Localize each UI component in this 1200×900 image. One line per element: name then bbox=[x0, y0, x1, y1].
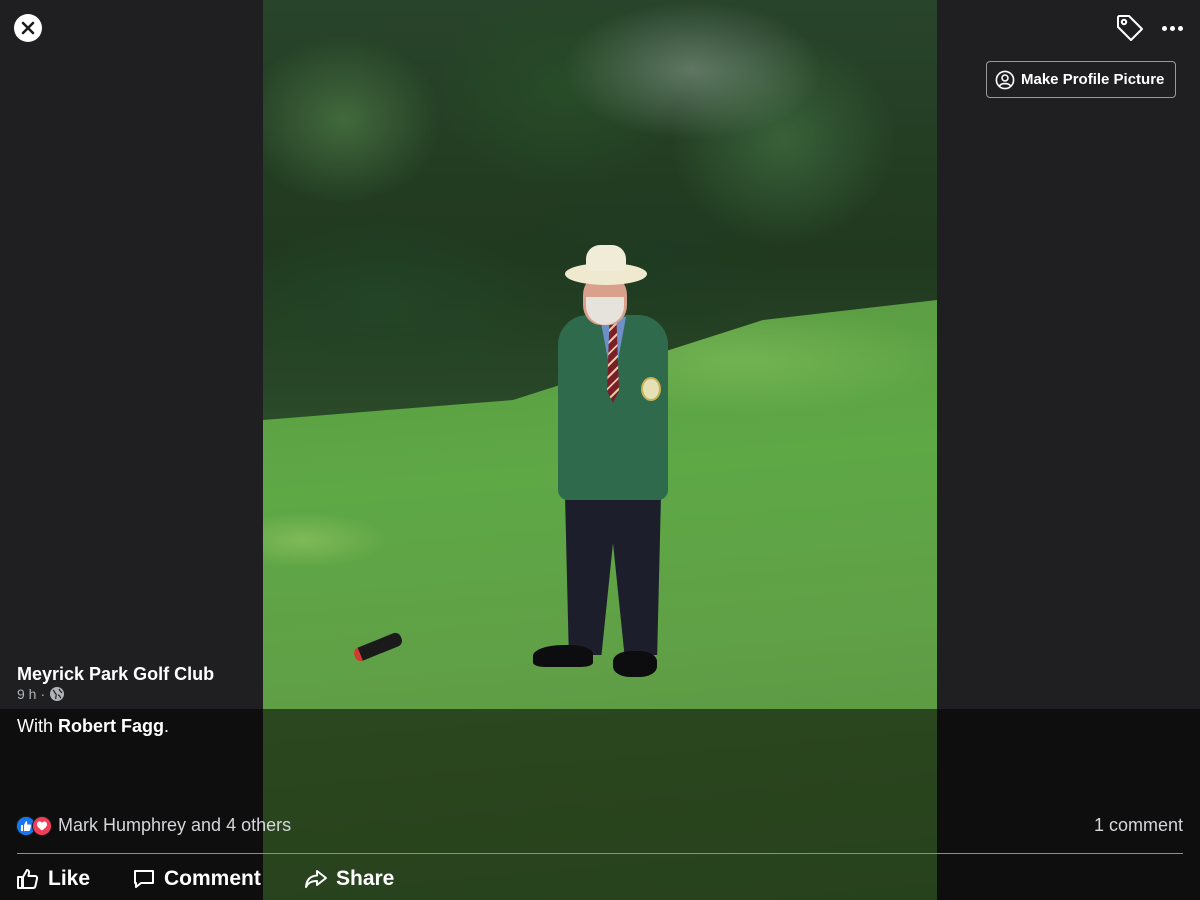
reactions-text: Mark Humphrey and 4 others bbox=[58, 815, 292, 835]
page-name-link[interactable]: Meyrick Park Golf Club bbox=[17, 664, 214, 685]
make-profile-picture-label: Make Profile Picture bbox=[1021, 71, 1165, 88]
user-circle-icon bbox=[995, 70, 1015, 89]
photo-person bbox=[493, 245, 693, 685]
tag-icon bbox=[1117, 15, 1143, 41]
person-trousers bbox=[565, 495, 661, 655]
person-right-shoe bbox=[613, 651, 657, 677]
post-time[interactable]: 9 h bbox=[17, 686, 36, 702]
comment-button[interactable]: Comment bbox=[132, 862, 261, 896]
love-reaction-icon bbox=[32, 815, 52, 836]
person-left-shoe bbox=[533, 645, 593, 667]
person-hat-top bbox=[586, 245, 626, 271]
comments-count[interactable]: 1 comment bbox=[1094, 815, 1183, 836]
close-button[interactable] bbox=[14, 14, 42, 42]
caption-suffix: . bbox=[164, 716, 170, 736]
reaction-icons bbox=[16, 815, 52, 836]
more-dot-icon bbox=[1177, 25, 1183, 31]
tagged-person-link[interactable]: Robert Fagg bbox=[58, 716, 164, 736]
globe-icon bbox=[50, 687, 65, 701]
share-button[interactable]: Share bbox=[304, 862, 394, 896]
actions-divider bbox=[17, 853, 1183, 854]
tag-button[interactable] bbox=[1114, 12, 1146, 44]
meta-separator: · bbox=[40, 686, 46, 702]
person-badge bbox=[641, 377, 661, 401]
more-dot-icon bbox=[1161, 25, 1167, 31]
like-button[interactable]: Like bbox=[16, 862, 90, 896]
comment-icon bbox=[134, 870, 154, 888]
make-profile-picture-button[interactable]: Make Profile Picture bbox=[986, 61, 1176, 98]
more-dot-icon bbox=[1169, 25, 1175, 31]
post-caption: With Robert Fagg. bbox=[17, 716, 169, 737]
thumbs-up-icon bbox=[17, 869, 39, 889]
close-icon bbox=[21, 21, 35, 35]
share-label: Share bbox=[336, 867, 395, 890]
reactions-summary[interactable]: Mark Humphrey and 4 others bbox=[16, 815, 291, 836]
caption-prefix: With bbox=[17, 716, 59, 736]
like-label: Like bbox=[48, 867, 91, 890]
more-options-button[interactable] bbox=[1158, 12, 1186, 44]
post-meta: 9 h · bbox=[17, 686, 65, 702]
comment-label: Comment bbox=[164, 867, 261, 890]
photo-sky-glow bbox=[563, 0, 823, 140]
share-icon bbox=[305, 870, 327, 888]
